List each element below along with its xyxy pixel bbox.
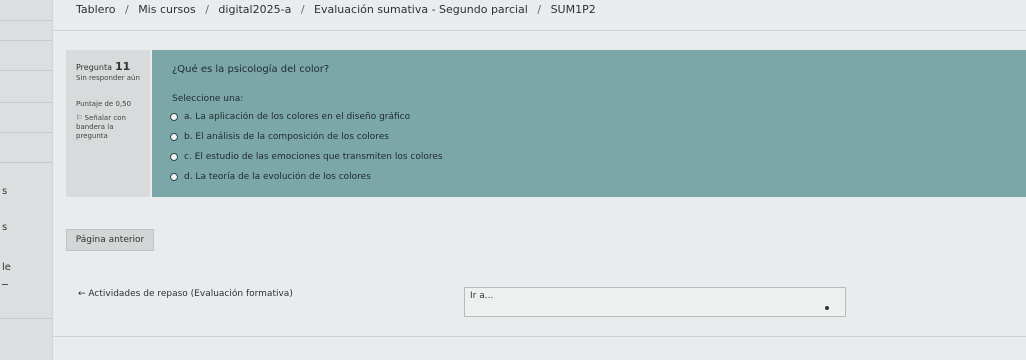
question-state: Sin responder aún <box>76 74 140 82</box>
radio-button[interactable] <box>170 153 178 161</box>
breadcrumb: Tablero / Mis cursos / digital2025-a / E… <box>76 3 596 16</box>
question-text: ¿Qué es la psicología del color? <box>172 64 330 75</box>
gutter-glyph: le <box>2 262 11 273</box>
jump-to-label: Ir a... <box>470 291 494 301</box>
question-info-box: Pregunta 11 Sin responder aún Puntaje de … <box>66 50 150 197</box>
breadcrumb-current[interactable]: SUM1P2 <box>551 3 596 16</box>
answer-option-c[interactable]: c. El estudio de las emociones que trans… <box>170 150 443 164</box>
gutter-divider <box>0 102 52 103</box>
breadcrumb-tablero[interactable]: Tablero <box>76 3 115 16</box>
flag-question-label: Señalar con bandera la pregunta <box>76 114 126 140</box>
gutter-divider <box>0 70 52 71</box>
activity-link[interactable]: ← Actividades de repaso (Evaluación form… <box>78 289 293 299</box>
flag-question-link[interactable]: ⚐ Señalar con bandera la pregunta <box>76 114 146 141</box>
gutter-divider <box>0 40 52 41</box>
question-label: Pregunta <box>76 63 112 72</box>
dropdown-indicator-icon <box>825 306 829 310</box>
jump-to-select[interactable]: Ir a... <box>464 287 846 317</box>
header-divider <box>52 30 1026 31</box>
breadcrumb-mis-cursos[interactable]: Mis cursos <box>138 3 196 16</box>
question-number-label: Pregunta 11 <box>76 60 130 73</box>
previous-page-button[interactable]: Página anterior <box>66 229 154 251</box>
answer-option-label: d. La teoría de la evolución de los colo… <box>184 172 371 182</box>
breadcrumb-course[interactable]: digital2025-a <box>218 3 291 16</box>
gutter-divider <box>0 20 52 21</box>
gutter-divider <box>0 132 52 133</box>
gutter-glyph: ─ <box>2 280 9 291</box>
answer-option-a[interactable]: a. La aplicación de los colores en el di… <box>170 110 410 124</box>
breadcrumb-separator: / <box>537 3 542 16</box>
radio-button[interactable] <box>170 133 178 141</box>
breadcrumb-quiz[interactable]: Evaluación sumativa - Segundo parcial <box>314 3 528 16</box>
answer-option-label: c. El estudio de las emociones que trans… <box>184 152 443 162</box>
answer-option-d[interactable]: d. La teoría de la evolución de los colo… <box>170 170 371 184</box>
question-number: 11 <box>114 60 131 73</box>
answer-option-b[interactable]: b. El análisis de la composición de los … <box>170 130 389 144</box>
left-gutter: s s le ─ <box>0 0 53 360</box>
footer-divider <box>52 336 1026 337</box>
gutter-divider <box>0 162 52 163</box>
radio-button[interactable] <box>170 113 178 121</box>
answer-option-label: a. La aplicación de los colores en el di… <box>184 112 411 122</box>
flag-icon: ⚐ <box>76 114 83 122</box>
question-mark: Puntaje de 0,50 <box>76 100 132 108</box>
answer-option-label: b. El análisis de la composición de los … <box>184 132 389 142</box>
gutter-divider <box>0 318 52 319</box>
breadcrumb-separator: / <box>124 3 129 16</box>
gutter-glyph: s <box>2 222 8 233</box>
gutter-glyph: s <box>2 186 8 197</box>
answer-prompt: Seleccione una: <box>172 94 244 104</box>
breadcrumb-separator: / <box>205 3 209 16</box>
breadcrumb-separator: / <box>300 3 305 16</box>
radio-button[interactable] <box>170 173 178 181</box>
question-panel: ¿Qué es la psicología del color? Selecci… <box>152 50 1026 197</box>
